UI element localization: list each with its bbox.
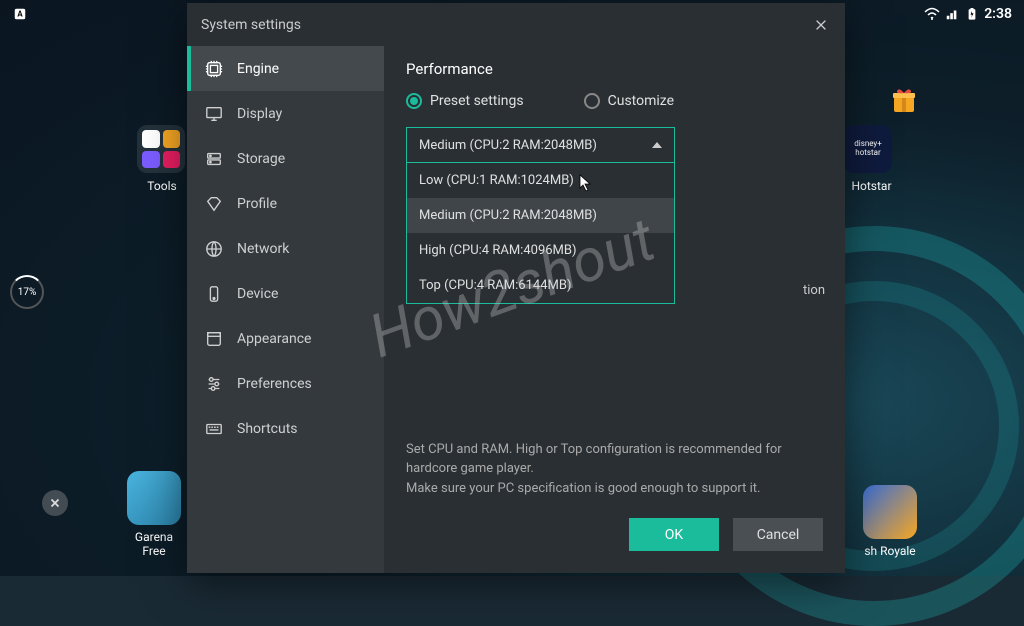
- hotstar-tile: disney+ hotstar: [844, 125, 892, 173]
- dropdown-options-list: Low (CPU:1 RAM:1024MB) Medium (CPU:2 RAM…: [407, 162, 674, 303]
- battery-icon: [964, 6, 980, 22]
- sidebar-item-profile[interactable]: Profile: [187, 181, 384, 226]
- ok-button[interactable]: OK: [629, 518, 719, 551]
- radio-customize[interactable]: Customize: [584, 93, 674, 109]
- svg-text:A: A: [17, 10, 23, 19]
- sidebar-item-label: Appearance: [237, 331, 311, 347]
- radio-preset-settings[interactable]: Preset settings: [406, 93, 524, 109]
- device-icon: [205, 285, 223, 303]
- dropdown-selected-value[interactable]: Medium (CPU:2 RAM:2048MB): [407, 128, 674, 162]
- settings-sidebar: Engine Display Storage Profile Network D…: [187, 46, 384, 573]
- dropdown-option-low[interactable]: Low (CPU:1 RAM:1024MB): [407, 163, 674, 198]
- sidebar-item-label: Profile: [237, 196, 277, 212]
- dropdown-option-top[interactable]: Top (CPU:4 RAM:6144MB): [407, 268, 674, 303]
- sidebar-item-label: Storage: [237, 151, 285, 167]
- modal-header: System settings: [187, 3, 845, 46]
- sidebar-item-device[interactable]: Device: [187, 271, 384, 316]
- preferences-icon: [205, 375, 223, 393]
- dock-app-clash[interactable]: sh Royale: [861, 485, 919, 558]
- app-badge-icon: A: [12, 6, 28, 22]
- close-icon: [814, 18, 828, 32]
- help-text: Set CPU and RAM. High or Top configurati…: [406, 440, 823, 499]
- settings-content: Performance Preset settings Customize Me…: [384, 46, 845, 573]
- modal-title: System settings: [201, 17, 301, 33]
- cancel-button[interactable]: Cancel: [733, 518, 823, 551]
- sidebar-item-label: Display: [237, 106, 282, 122]
- appearance-icon: [205, 330, 223, 348]
- gift-icon[interactable]: [889, 85, 919, 115]
- progress-indicator: 17%: [10, 275, 44, 309]
- sidebar-item-network[interactable]: Network: [187, 226, 384, 271]
- signal-icon: [944, 6, 960, 22]
- sidebar-item-label: Engine: [237, 61, 279, 77]
- tools-label: Tools: [137, 179, 187, 193]
- dock-label: Garena Free: [125, 530, 183, 558]
- sidebar-item-label: Device: [237, 286, 278, 302]
- profile-icon: [205, 195, 223, 213]
- sidebar-item-display[interactable]: Display: [187, 91, 384, 136]
- radio-label: Preset settings: [430, 93, 524, 109]
- radio-icon: [584, 93, 600, 109]
- settings-modal: System settings Engine Display Storage P…: [187, 3, 845, 573]
- sidebar-item-label: Preferences: [237, 376, 312, 392]
- radio-label: Customize: [608, 93, 674, 109]
- close-button[interactable]: [811, 15, 831, 35]
- engine-icon: [205, 60, 223, 78]
- display-icon: [205, 105, 223, 123]
- chevron-up-icon: [652, 142, 662, 148]
- wifi-icon: [924, 6, 940, 22]
- network-icon: [205, 240, 223, 258]
- sidebar-item-label: Network: [237, 241, 289, 257]
- dropdown-option-high[interactable]: High (CPU:4 RAM:4096MB): [407, 233, 674, 268]
- section-title-performance: Performance: [406, 60, 823, 78]
- obscured-text-fragment: tion: [803, 283, 825, 298]
- hotstar-label: Hotstar: [844, 179, 899, 193]
- sidebar-item-storage[interactable]: Storage: [187, 136, 384, 181]
- dropdown-option-medium[interactable]: Medium (CPU:2 RAM:2048MB): [407, 198, 674, 233]
- performance-preset-dropdown[interactable]: Medium (CPU:2 RAM:2048MB) Low (CPU:1 RAM…: [406, 127, 675, 304]
- sidebar-item-label: Shortcuts: [237, 421, 298, 437]
- status-time: 2:38: [984, 6, 1012, 22]
- dismiss-button[interactable]: [42, 490, 68, 516]
- sidebar-item-shortcuts[interactable]: Shortcuts: [187, 406, 384, 451]
- tools-folder[interactable]: Tools: [137, 125, 187, 193]
- dock-label: sh Royale: [861, 544, 919, 558]
- radio-icon: [406, 93, 422, 109]
- storage-icon: [205, 150, 223, 168]
- hotstar-app[interactable]: disney+ hotstar Hotstar: [844, 125, 899, 193]
- sidebar-item-engine[interactable]: Engine: [187, 46, 384, 91]
- shortcuts-icon: [205, 420, 223, 438]
- sidebar-item-appearance[interactable]: Appearance: [187, 316, 384, 361]
- dock-app-garena[interactable]: Garena Free: [125, 471, 183, 558]
- sidebar-item-preferences[interactable]: Preferences: [187, 361, 384, 406]
